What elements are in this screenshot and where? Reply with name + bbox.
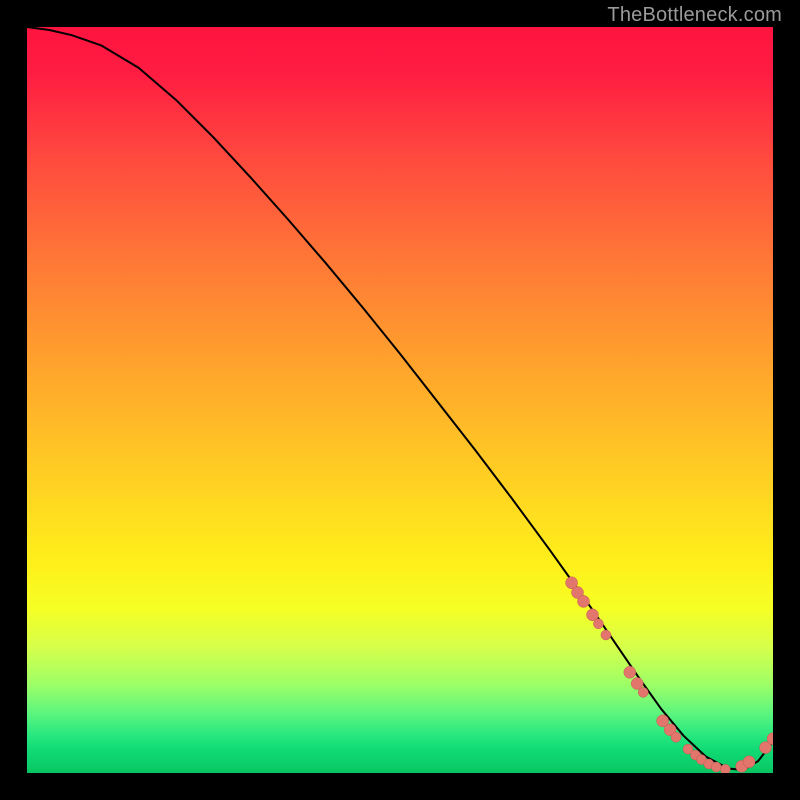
data-point [720,764,730,773]
data-point [711,762,721,772]
chart-svg [27,27,773,773]
chart-root: TheBottleneck.com [0,0,800,800]
data-point [593,619,603,629]
bottleneck-curve [27,27,773,770]
data-point [671,732,681,742]
watermark-text: TheBottleneck.com [607,4,782,27]
data-point [601,630,611,640]
data-point [624,666,636,678]
chart-markers [566,577,773,773]
data-point [578,595,590,607]
data-point [638,687,648,697]
plot-area [27,27,773,773]
data-point [743,756,755,768]
